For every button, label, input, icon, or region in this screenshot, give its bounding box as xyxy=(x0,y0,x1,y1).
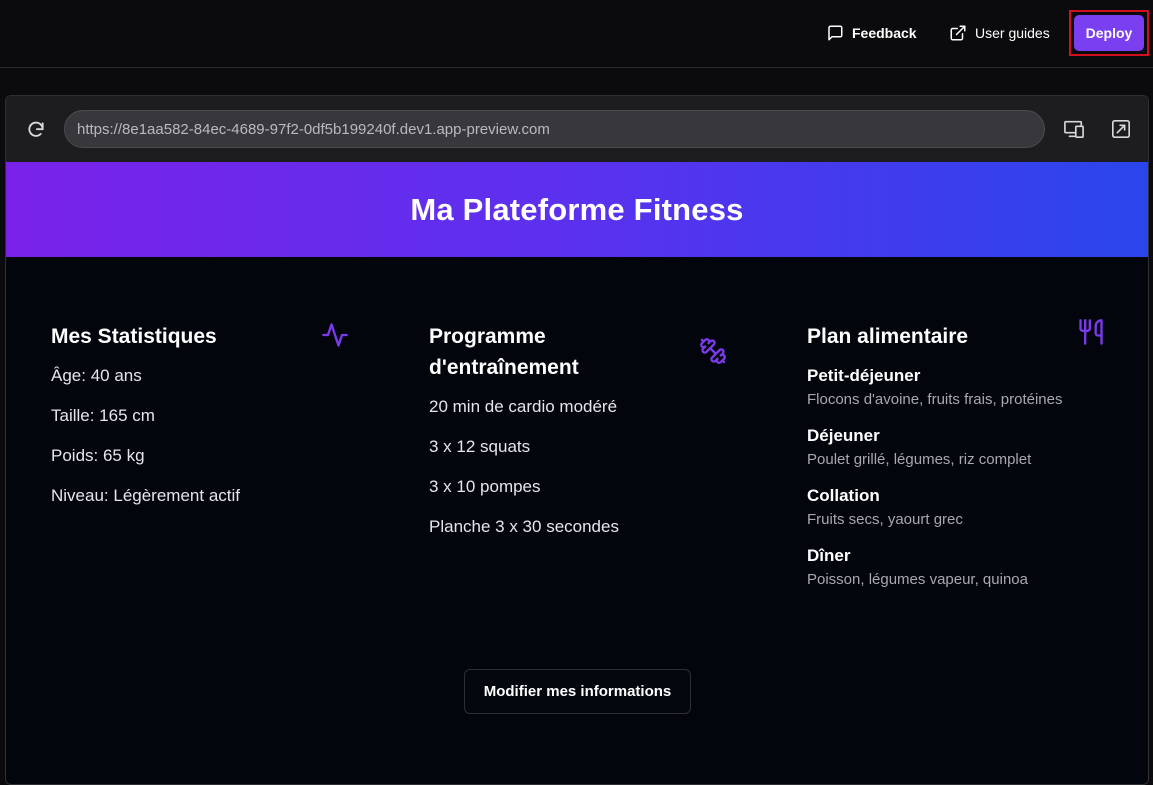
meal-name: Petit-déjeuner xyxy=(807,366,921,385)
url-bar xyxy=(6,96,1148,162)
user-guides-link[interactable]: User guides xyxy=(949,20,1050,46)
meal-desc: Fruits secs, yaourt grec xyxy=(807,511,963,528)
meal-plan-card: Plan alimentaire Petit-déjeuner Flocons … xyxy=(807,319,1107,590)
message-square-icon xyxy=(828,25,843,41)
top-bar: Feedback User guides Deploy xyxy=(0,0,1153,68)
app-title: Ma Plateforme Fitness xyxy=(410,191,744,227)
stats-heading: Mes Statistiques xyxy=(51,325,217,348)
meal-plan-heading: Plan alimentaire xyxy=(807,325,969,348)
meal-desc: Poulet grillé, légumes, riz complet xyxy=(807,451,1032,468)
program-heading: Programme d'entraînement xyxy=(429,325,579,379)
program-card: Programme d'entraînement 20 min de cardi… xyxy=(429,321,729,539)
open-new-window-icon[interactable] xyxy=(1110,119,1132,139)
meal-list: Petit-déjeuner Flocons d'avoine, fruits … xyxy=(807,365,1107,590)
url-input[interactable] xyxy=(64,110,1045,148)
meal-desc: Flocons d'avoine, fruits frais, protéine… xyxy=(807,391,1063,408)
program-item: 3 x 10 pompes xyxy=(429,477,541,496)
external-link-icon xyxy=(950,25,966,41)
meal-item: Déjeuner Poulet grillé, légumes, riz com… xyxy=(807,425,1107,470)
deploy-highlight: Deploy xyxy=(1069,10,1149,56)
meal-name: Collation xyxy=(807,486,880,505)
stats-card: Mes Statistiques Âge: 40 ans Taille: 165… xyxy=(51,321,351,508)
utensils-icon xyxy=(1079,319,1103,345)
meal-item: Dîner Poisson, légumes vapeur, quinoa xyxy=(807,545,1107,590)
preview-frame: Ma Plateforme Fitness Mes Statistiques Â… xyxy=(5,95,1149,785)
stat-height: Taille: 165 cm xyxy=(51,406,155,425)
stat-age: Âge: 40 ans xyxy=(51,366,142,385)
program-item: 3 x 12 squats xyxy=(429,437,531,456)
meal-item: Petit-déjeuner Flocons d'avoine, fruits … xyxy=(807,365,1107,410)
user-guides-label: User guides xyxy=(975,25,1050,41)
meal-item: Collation Fruits secs, yaourt grec xyxy=(807,485,1107,530)
meal-name: Dîner xyxy=(807,546,851,565)
dumbbell-icon xyxy=(700,338,726,364)
stat-level: Niveau: Légèrement actif xyxy=(51,486,240,505)
edit-info-button[interactable]: Modifier mes informations xyxy=(464,669,691,714)
meal-desc: Poisson, légumes vapeur, quinoa xyxy=(807,571,1028,588)
stat-weight: Poids: 65 kg xyxy=(51,446,145,465)
deploy-button[interactable]: Deploy xyxy=(1074,15,1144,51)
app-header: Ma Plateforme Fitness xyxy=(6,162,1148,257)
feedback-button[interactable]: Feedback xyxy=(826,20,917,46)
reload-icon[interactable] xyxy=(26,120,46,140)
stats-list: Âge: 40 ans Taille: 165 cm Poids: 65 kg … xyxy=(51,366,351,508)
program-item: 20 min de cardio modéré xyxy=(429,397,618,416)
meal-name: Déjeuner xyxy=(807,426,880,445)
activity-icon xyxy=(322,323,348,347)
program-list: 20 min de cardio modéré 3 x 12 squats 3 … xyxy=(429,397,729,539)
responsive-view-icon[interactable] xyxy=(1063,119,1085,139)
feedback-label: Feedback xyxy=(852,25,917,41)
program-item: Planche 3 x 30 secondes xyxy=(429,517,619,536)
